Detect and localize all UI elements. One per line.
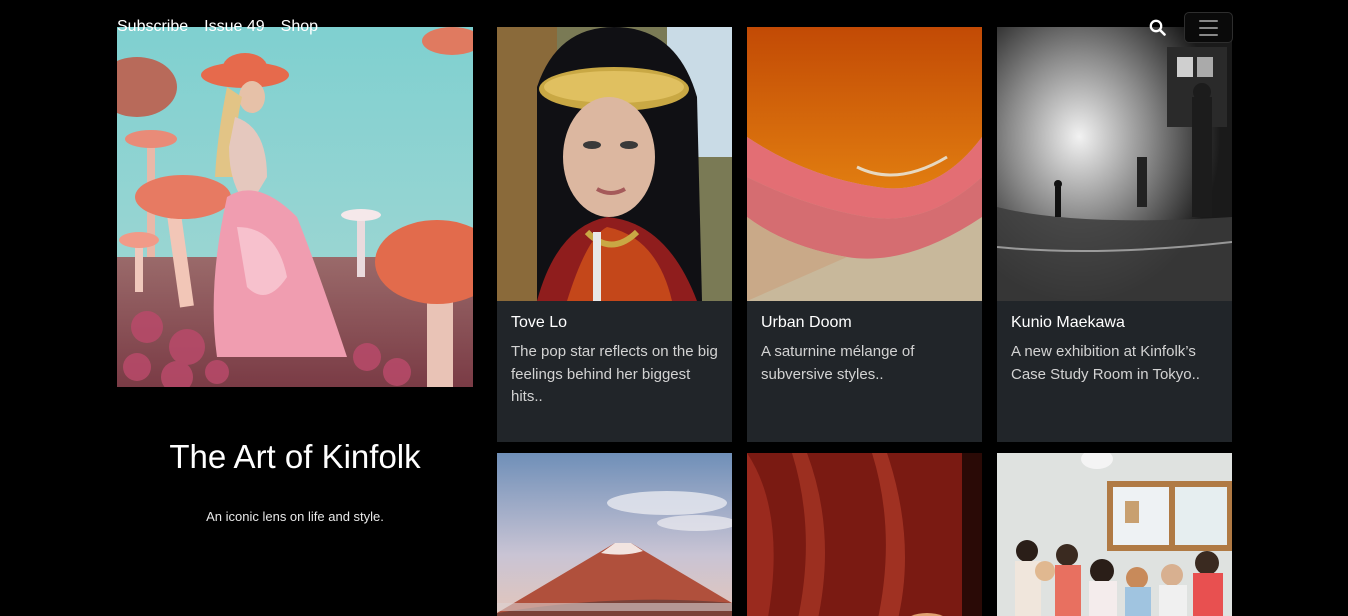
card-image[interactable] <box>997 453 1232 616</box>
card-title[interactable]: Kunio Maekawa <box>1011 313 1218 332</box>
menu-icon <box>1199 19 1218 22</box>
card-body: Tove Lo The pop star reflects on the big… <box>497 301 732 442</box>
hero-subtitle: An iconic lens on life and style. <box>206 509 384 524</box>
card-body: Kunio Maekawa A new exhibition at Kinfol… <box>997 301 1232 442</box>
article-card-kunio-maekawa[interactable]: Kunio Maekawa A new exhibition at Kinfol… <box>997 27 1232 442</box>
card-description: A new exhibition at Kinfolk’s Case Study… <box>1011 343 1200 383</box>
menu-button[interactable] <box>1184 12 1233 43</box>
search-icon <box>1149 19 1166 36</box>
top-nav: Subscribe Issue 49 Shop <box>117 17 318 37</box>
hero-title: The Art of Kinfolk <box>169 438 421 475</box>
card-image[interactable] <box>497 27 732 301</box>
card-title[interactable]: Tove Lo <box>511 313 718 332</box>
card-image[interactable] <box>747 453 982 616</box>
card-title[interactable]: Urban Doom <box>761 313 968 332</box>
nav-subscribe[interactable]: Subscribe <box>117 17 188 37</box>
article-card-tove-lo[interactable]: Tove Lo The pop star reflects on the big… <box>497 27 732 442</box>
card-image[interactable] <box>747 27 982 301</box>
card-image[interactable] <box>997 27 1232 301</box>
card-description: A saturnine mélange of subversive styles… <box>761 343 915 383</box>
nav-shop[interactable]: Shop <box>281 17 318 37</box>
card-body: Urban Doom A saturnine mélange of subver… <box>747 301 982 442</box>
article-card-crowd[interactable] <box>997 453 1232 616</box>
article-card-red[interactable] <box>747 453 982 616</box>
card-image[interactable] <box>497 453 732 616</box>
nav-issue[interactable]: Issue 49 <box>204 17 264 37</box>
card-description: The pop star reflects on the big feeling… <box>511 343 718 405</box>
article-card-mountain[interactable] <box>497 453 732 616</box>
article-card-urban-doom[interactable]: Urban Doom A saturnine mélange of subver… <box>747 27 982 442</box>
hero-image[interactable] <box>117 27 473 387</box>
search-button[interactable] <box>1146 16 1168 38</box>
